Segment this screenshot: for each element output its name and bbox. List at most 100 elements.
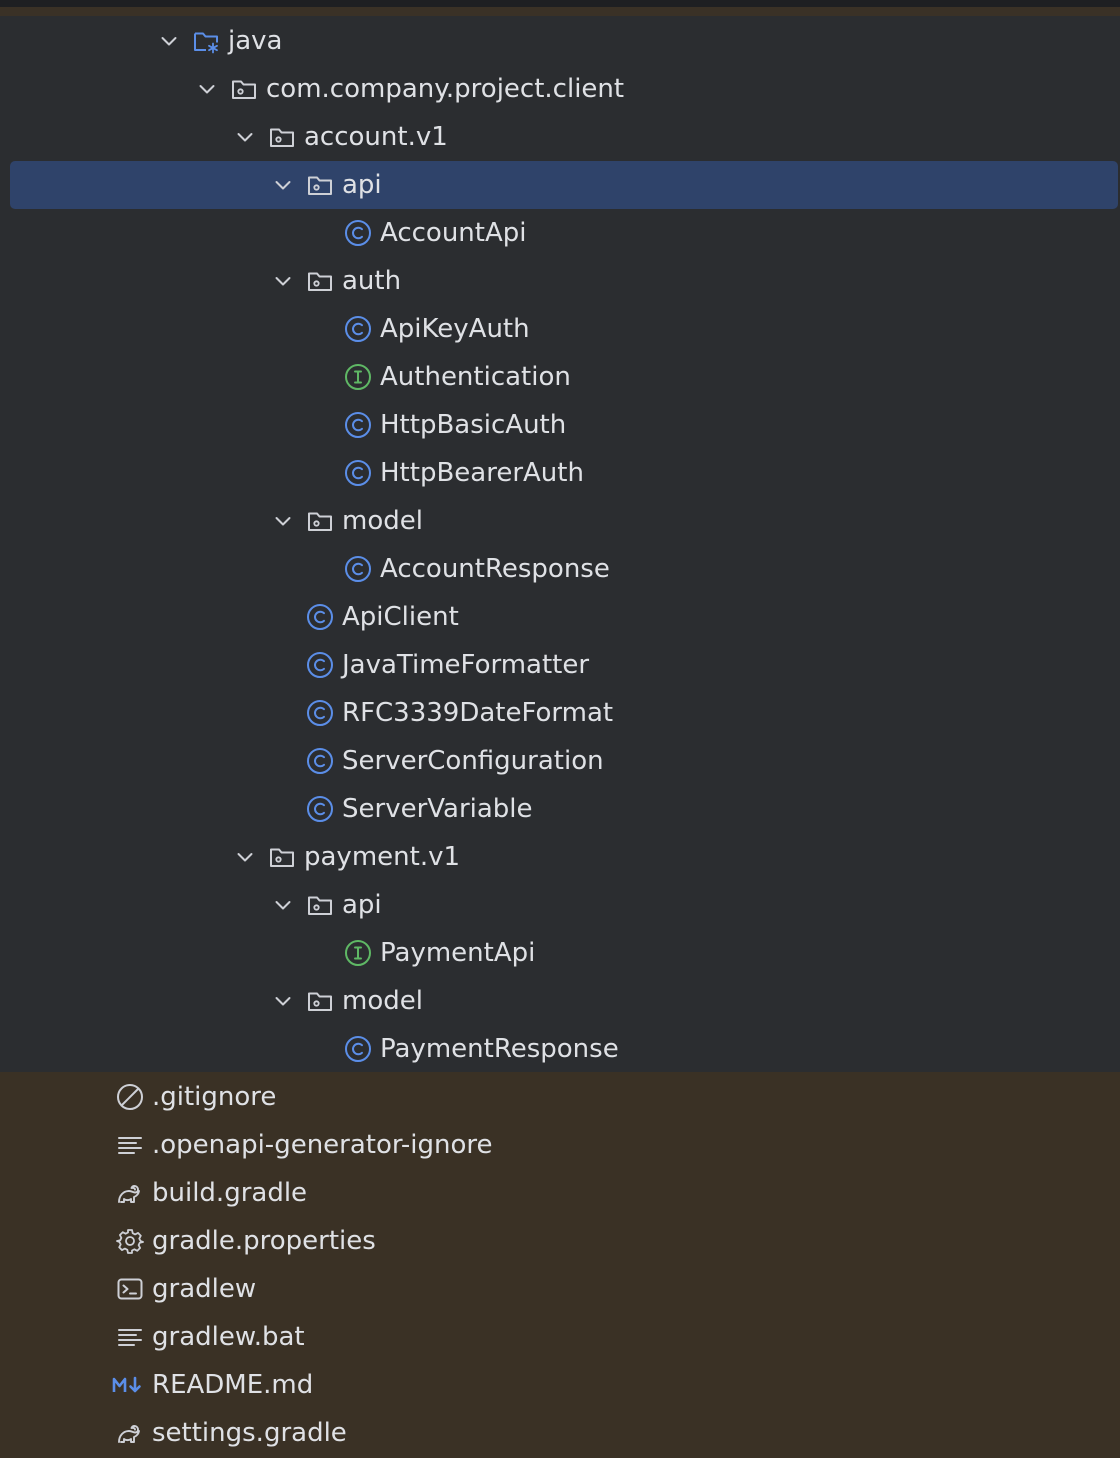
tree-node-label: com.company.project.client xyxy=(266,74,625,104)
tree-node-label: model xyxy=(342,506,423,536)
tree-node[interactable]: ApiKeyAuth xyxy=(0,305,1120,353)
tree-node[interactable]: gradlew xyxy=(0,1265,1120,1313)
tree-node[interactable]: gradle.properties xyxy=(0,1217,1120,1265)
class-icon xyxy=(306,699,334,727)
tree-node[interactable]: build.gradle xyxy=(0,1169,1120,1217)
chevron-down-icon[interactable] xyxy=(235,127,255,147)
tree-node-label: AccountResponse xyxy=(380,554,610,584)
class-icon xyxy=(344,315,372,343)
tree-node-label: ServerVariable xyxy=(342,794,533,824)
tree-node-label: .openapi-generator-ignore xyxy=(152,1130,493,1160)
package-icon xyxy=(306,267,334,295)
tree-top-edge xyxy=(0,0,1120,16)
tree-node-label: ServerConfiguration xyxy=(342,746,604,776)
tree-node-label: PaymentResponse xyxy=(380,1034,619,1064)
package-icon xyxy=(306,171,334,199)
class-icon xyxy=(344,1035,372,1063)
tree-node[interactable]: api xyxy=(0,161,1120,209)
package-icon xyxy=(268,843,296,871)
tree-node[interactable]: auth xyxy=(0,257,1120,305)
tree-node-label: README.md xyxy=(152,1370,314,1400)
package-icon xyxy=(268,123,296,151)
ignore-file-icon xyxy=(116,1083,144,1111)
tree-node-label: JavaTimeFormatter xyxy=(342,650,590,680)
chevron-down-icon[interactable] xyxy=(235,847,255,867)
tree-node[interactable]: ApiClient xyxy=(0,593,1120,641)
gradle-icon xyxy=(116,1419,144,1447)
class-icon xyxy=(306,651,334,679)
package-icon xyxy=(230,75,258,103)
tree-node[interactable]: com.company.project.client xyxy=(0,65,1120,113)
tree-node-label: gradle.properties xyxy=(152,1226,376,1256)
tree-node-label: HttpBasicAuth xyxy=(380,410,567,440)
chevron-down-icon[interactable] xyxy=(159,31,179,51)
project-tree: java com.company.project.client account.v1… xyxy=(0,0,1120,1458)
tree-node-label: gradlew.bat xyxy=(152,1322,305,1352)
tree-node[interactable]: model xyxy=(0,497,1120,545)
tree-node[interactable]: ServerConfiguration xyxy=(0,737,1120,785)
tree-node[interactable]: .openapi-generator-ignore xyxy=(0,1121,1120,1169)
tree-node[interactable]: AccountApi xyxy=(0,209,1120,257)
tree-node[interactable]: JavaTimeFormatter xyxy=(0,641,1120,689)
chevron-down-icon[interactable] xyxy=(273,271,293,291)
tree-node-label: Authentication xyxy=(380,362,571,392)
chevron-down-icon[interactable] xyxy=(273,895,293,915)
tree-node[interactable]: account.v1 xyxy=(0,113,1120,161)
class-icon xyxy=(306,603,334,631)
source-folder-icon xyxy=(192,27,220,55)
tree-node-label: auth xyxy=(342,266,402,296)
class-icon xyxy=(306,795,334,823)
package-icon xyxy=(306,987,334,1015)
class-icon xyxy=(344,459,372,487)
tree-node[interactable]: api xyxy=(0,881,1120,929)
tree-node-label: account.v1 xyxy=(304,122,448,152)
selection-highlight xyxy=(10,161,1118,209)
tree-node-label: RFC3339DateFormat xyxy=(342,698,614,728)
tree-node-label: build.gradle xyxy=(152,1178,308,1208)
gradle-icon xyxy=(116,1179,144,1207)
markdown-icon xyxy=(112,1371,141,1399)
tree-node-label: .gitignore xyxy=(152,1082,277,1112)
tree-node[interactable]: payment.v1 xyxy=(0,833,1120,881)
tree-node[interactable]: settings.gradle xyxy=(0,1409,1120,1457)
tree-node[interactable]: model xyxy=(0,977,1120,1025)
package-icon xyxy=(306,507,334,535)
terminal-icon xyxy=(116,1275,144,1303)
interface-icon xyxy=(344,363,372,391)
tree-node[interactable]: PaymentResponse xyxy=(0,1025,1120,1073)
tree-node[interactable]: Authentication xyxy=(0,353,1120,401)
settings-gear-icon xyxy=(116,1227,144,1255)
tree-node[interactable]: HttpBasicAuth xyxy=(0,401,1120,449)
tree-node[interactable]: gradlew.bat xyxy=(0,1313,1120,1361)
class-icon xyxy=(306,747,334,775)
tree-node-label: ApiKeyAuth xyxy=(380,314,530,344)
tree-node[interactable]: ServerVariable xyxy=(0,785,1120,833)
chevron-down-icon[interactable] xyxy=(273,175,293,195)
package-icon xyxy=(306,891,334,919)
tree-node-label: api xyxy=(342,170,382,200)
tree-node[interactable]: AccountResponse xyxy=(0,545,1120,593)
class-icon xyxy=(344,411,372,439)
chevron-down-icon[interactable] xyxy=(273,991,293,1011)
tree-node-label: api xyxy=(342,890,382,920)
interface-icon xyxy=(344,939,372,967)
chevron-down-icon[interactable] xyxy=(197,79,217,99)
chevron-down-icon[interactable] xyxy=(273,511,293,531)
text-file-icon xyxy=(116,1323,144,1351)
tree-node[interactable]: PaymentApi xyxy=(0,929,1120,977)
tree-node[interactable]: .gitignore xyxy=(0,1073,1120,1121)
tree-node-label: HttpBearerAuth xyxy=(380,458,584,488)
tree-node-label: ApiClient xyxy=(342,602,459,632)
tree-node[interactable]: RFC3339DateFormat xyxy=(0,689,1120,737)
tree-node[interactable]: java xyxy=(0,17,1120,65)
tree-node[interactable]: HttpBearerAuth xyxy=(0,449,1120,497)
tree-node[interactable]: README.md xyxy=(0,1361,1120,1409)
tree-node-label: settings.gradle xyxy=(152,1418,347,1448)
tree-node-label: java xyxy=(228,26,283,56)
text-file-icon xyxy=(116,1131,144,1159)
tree-node-label: payment.v1 xyxy=(304,842,461,872)
class-icon xyxy=(344,555,372,583)
tree-node-label: AccountApi xyxy=(380,218,527,248)
class-icon xyxy=(344,219,372,247)
tree-node-label: PaymentApi xyxy=(380,938,536,968)
